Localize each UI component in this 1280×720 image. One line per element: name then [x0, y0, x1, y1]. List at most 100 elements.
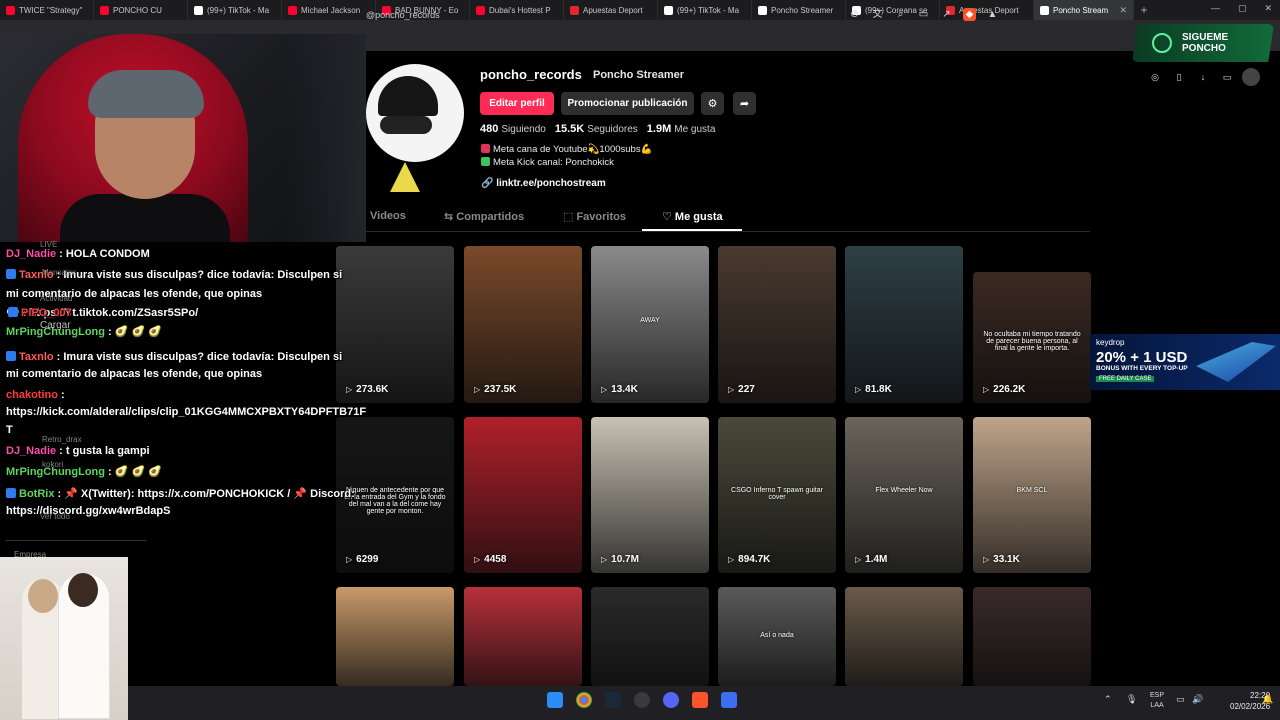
profile-display-name: Poncho Streamer	[593, 69, 685, 81]
play-icon: ▷	[728, 385, 735, 394]
zoom-icon[interactable]: ⌕	[894, 8, 907, 21]
maximize-icon[interactable]: ▢	[1238, 3, 1247, 14]
minimize-icon[interactable]: —	[1211, 3, 1220, 14]
video-thumbnail[interactable]: Flex Wheeler Now ▷ 1.4M	[845, 417, 963, 573]
rewards-icon[interactable]: ▲	[986, 8, 999, 21]
tab-liked[interactable]: ♡ Me gusta	[662, 210, 723, 223]
tab-favicon-icon	[664, 5, 673, 15]
play-icon: ▷	[346, 555, 353, 564]
tab-label: Poncho Stream	[1053, 5, 1109, 15]
video-thumbnail[interactable]: Así o nada	[718, 587, 836, 686]
chat-badge-icon	[8, 307, 18, 317]
tab-favorites[interactable]: ⬚ Favoritos	[563, 210, 626, 223]
video-thumbnail[interactable]: CSGO Inferno T spawn guitar cover ▷ 894.7K	[718, 417, 836, 573]
video-view-count: ▷ 1.4M	[855, 554, 887, 565]
volume-icon[interactable]: 🔊	[1192, 694, 1203, 705]
tab-label: (99+) TikTok - Ma	[677, 5, 740, 15]
video-thumbnail[interactable]: ▷ 81.8K	[845, 246, 963, 403]
faint-live-label: LIVE	[40, 240, 58, 249]
discord-icon[interactable]	[663, 692, 679, 708]
link-icon: 🔗	[481, 178, 494, 189]
following-stat[interactable]: 480 Siguiendo	[480, 123, 546, 135]
notification-icon[interactable]: 🔔	[1262, 694, 1273, 705]
browser-tab-bar: TWICE "Strategy" PONCHO CU (99+) TikTok - …	[0, 0, 1280, 20]
video-thumbnail[interactable]	[591, 587, 709, 686]
tab-reposts[interactable]: ⇆ Compartidos	[444, 210, 524, 223]
inbox-icon[interactable]: ▭	[1218, 68, 1236, 86]
divider	[6, 540, 146, 541]
promote-post-button[interactable]: Promocionar publicación	[561, 92, 694, 115]
edit-profile-button[interactable]: Editar perfil	[480, 92, 554, 115]
tray-chevron-icon[interactable]: ⌃	[1104, 694, 1112, 705]
video-caption: AWAY	[640, 316, 660, 324]
video-thumbnail[interactable]	[464, 587, 582, 686]
chat-text: : 📌 X(Twitter): https://x.com/PONCHOKICK…	[57, 488, 355, 500]
browser-tab[interactable]: Apuestas Deport	[564, 0, 658, 20]
view-count-text: 1.4M	[865, 554, 888, 565]
video-view-count: ▷ 81.8K	[855, 384, 892, 395]
browser-tab[interactable]: (99+) TikTok - Ma	[188, 0, 282, 20]
video-thumbnail[interactable]: ▷ 237.5K	[464, 246, 582, 403]
browser-tab[interactable]: (99+) TikTok - Ma	[658, 0, 752, 20]
video-thumbnail[interactable]	[336, 587, 454, 686]
chat-text: : t gusta la gampi	[59, 445, 150, 457]
cast-icon[interactable]: ⊘	[848, 8, 861, 21]
tab-favicon-icon	[100, 5, 109, 15]
streamer-hair	[88, 70, 204, 118]
windows-start-icon[interactable]	[547, 692, 563, 708]
language-indicator[interactable]: ESP LAA	[1150, 691, 1164, 711]
close-window-icon[interactable]: ✕	[1264, 3, 1272, 14]
video-thumbnail[interactable]: ▷ 10.7M	[591, 417, 709, 573]
browser-tab[interactable]: Dubai's Hottest P	[470, 0, 564, 20]
person-right-head	[68, 573, 98, 607]
profile-link[interactable]: 🔗 linktr.ee/ponchostream	[481, 178, 606, 189]
brave-icon[interactable]	[692, 692, 708, 708]
steam-icon[interactable]	[605, 692, 621, 708]
bio-line-2: Meta Kick canal: Ponchokick	[481, 157, 614, 168]
download-icon[interactable]: ↓	[1194, 68, 1212, 86]
close-tab-icon[interactable]: ✕	[1119, 5, 1127, 16]
new-tab-icon[interactable]: +	[1134, 3, 1154, 17]
keydrop-ad: keydrop 20% + 1 USD BONUS WITH EVERY TOP…	[1090, 334, 1280, 390]
chrome-icon[interactable]	[576, 692, 592, 708]
profile-avatar[interactable]	[366, 64, 464, 192]
video-view-count: ▷ 10.7M	[601, 554, 639, 565]
obs-icon[interactable]	[634, 692, 650, 708]
tiktok-header-actions: ◎ ▯ ↓ ▭	[1146, 68, 1260, 86]
video-thumbnail[interactable]: AWAY ▷ 13.4K	[591, 246, 709, 403]
window-controls: — ▢ ✕	[1211, 3, 1272, 14]
gear-icon[interactable]: ⚙	[701, 92, 724, 115]
tab-videos[interactable]: Videos	[370, 210, 406, 222]
user-avatar-small[interactable]	[1242, 68, 1260, 86]
share-icon[interactable]: ➦	[733, 92, 756, 115]
video-thumbnail[interactable]: BKM SCL ▷ 33.1K	[973, 417, 1091, 573]
share-page-icon[interactable]: ↗	[940, 8, 953, 21]
view-count-text: 4458	[484, 554, 507, 565]
video-thumbnail[interactable]	[973, 587, 1091, 686]
browser-tab[interactable]: Michael Jackson	[282, 0, 376, 20]
video-thumbnail[interactable]: No ocultaba mi tiempo tratando de parece…	[973, 272, 1091, 403]
video-thumbnail[interactable]: ▷ 4458	[464, 417, 582, 573]
followers-stat[interactable]: 15.5K Seguidores	[555, 123, 638, 135]
faint-load-label: Cargar	[40, 320, 71, 331]
url-text[interactable]: @poncho_records	[366, 10, 440, 20]
network-icon[interactable]: ▭	[1176, 694, 1185, 705]
chat-username: BotRix	[19, 488, 55, 500]
active-browser-tab[interactable]: Poncho Stream ✕	[1034, 0, 1134, 20]
phone-icon[interactable]: ▯	[1170, 68, 1188, 86]
tab-favicon-icon	[6, 5, 15, 15]
compass-icon[interactable]: ◎	[1146, 68, 1164, 86]
mic-icon[interactable]: 🎙	[1126, 694, 1137, 705]
green-square-emoji	[481, 157, 490, 166]
browser-tab[interactable]: TWICE "Strategy"	[0, 0, 94, 20]
app-icon[interactable]	[721, 692, 737, 708]
browser-tab[interactable]: PONCHO CU	[94, 0, 188, 20]
video-thumbnail[interactable]: ▷ 227	[718, 246, 836, 403]
translate-icon[interactable]: 文	[871, 8, 884, 21]
brave-shields-icon[interactable]: ◆	[963, 8, 976, 21]
screenshot-icon[interactable]: ▭	[917, 8, 930, 21]
view-count-text: 894.7K	[738, 554, 771, 565]
video-thumbnail[interactable]	[845, 587, 963, 686]
chat-text: https://discord.gg/xw4wrBdapS	[6, 505, 171, 517]
browser-tab[interactable]: Poncho Streamer	[752, 0, 846, 20]
